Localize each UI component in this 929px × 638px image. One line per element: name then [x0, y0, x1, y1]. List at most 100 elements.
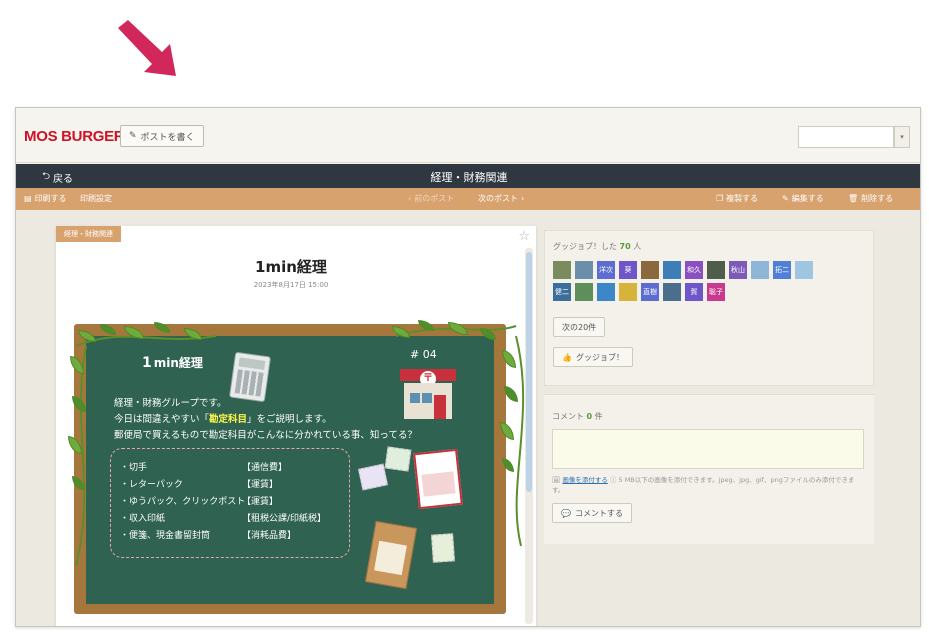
avatar[interactable]: [575, 283, 593, 301]
print-button[interactable]: ▤ 印刷する: [24, 193, 67, 204]
list-item: ・切手: [120, 463, 148, 473]
app-window: MOS BURGER ✎ ポストを書く ▾ ⮌ 戻る 経理・財務関連 ▤ 印刷す…: [15, 107, 921, 627]
avatar[interactable]: [707, 261, 725, 279]
screenshot-root: MOS BURGER ✎ ポストを書く ▾ ⮌ 戻る 経理・財務関連 ▤ 印刷す…: [0, 0, 929, 638]
post-office-door: [434, 395, 446, 419]
write-post-button[interactable]: ✎ ポストを書く: [120, 125, 204, 147]
prev-post-label: 前のポスト: [414, 194, 455, 203]
comment-textarea[interactable]: [552, 429, 864, 469]
account-item: 【運賃】: [242, 480, 279, 490]
print-settings-link[interactable]: 印刷設定: [80, 193, 112, 204]
submit-comment-button[interactable]: 💬 コメントする: [552, 503, 632, 523]
avatar[interactable]: 葵: [619, 261, 637, 279]
avatar[interactable]: [553, 261, 571, 279]
avatar[interactable]: [619, 283, 637, 301]
avatar[interactable]: 和久: [685, 261, 703, 279]
pencil-icon: ✎: [782, 194, 789, 203]
chevron-left-icon: ‹: [408, 194, 412, 203]
board-highlight: 勘定科目: [209, 414, 248, 425]
printer-icon: ▤: [24, 194, 32, 203]
pencil-icon: ✎: [129, 131, 137, 141]
board-line-3: 郵便局で買えるもので勘定科目がこんなに分かれている事、知ってる？: [114, 430, 417, 441]
favorite-star-icon[interactable]: ☆: [518, 229, 530, 244]
post-title: 1min経理: [255, 258, 327, 276]
letter-pack-icon: [413, 448, 463, 510]
list-item: ・レターパック: [120, 480, 183, 490]
goodjob-panel: グッジョブ！した 70 人 洋次葵 和久 秋山 拓二健二 直樹 賀聡子 次の20件 👍 グ…: [544, 230, 874, 386]
board-title: 1 min経理: [142, 354, 203, 371]
chevron-right-icon: ›: [521, 194, 525, 203]
trash-icon: 🗑: [848, 194, 859, 203]
post-date: 2023年8月17日 15:00: [253, 281, 329, 289]
copy-button[interactable]: ❐ 複製する: [716, 193, 758, 204]
avatar[interactable]: 拓二: [773, 261, 791, 279]
next-post-button[interactable]: 次のポスト ›: [478, 193, 524, 204]
title-bar: ⮌ 戻る 経理・財務関連: [16, 164, 920, 188]
post-scrollbar-thumb[interactable]: [526, 252, 532, 492]
chevron-down-icon: ▾: [900, 133, 904, 141]
category-tag[interactable]: 経理・財務関連: [56, 226, 121, 242]
post-card: 経理・財務関連 ☆ 1min経理 2023年8月17日 15:00 1 min経…: [56, 226, 536, 626]
next-20-label: 次の20件: [562, 322, 597, 332]
board-line-1: 経理・財務グループです。: [114, 398, 227, 409]
delete-label: 削除する: [861, 194, 894, 203]
prev-post-button[interactable]: ‹ 前のポスト: [408, 193, 454, 204]
avatar[interactable]: [751, 261, 769, 279]
board-issue-number: # 04: [410, 348, 437, 361]
avatar[interactable]: 健二: [553, 283, 571, 301]
avatar[interactable]: [641, 261, 659, 279]
comment-count: 0: [586, 412, 593, 421]
next-20-button[interactable]: 次の20件: [553, 317, 606, 337]
attach-row: 🖼 画像を添付する ⓘ 5 MB以下の画像を添付できます。jpeg、jpg、gi…: [552, 475, 864, 495]
list-item: ・ゆうパック、クリックポスト: [120, 497, 246, 507]
goodjob-label: グッジョブ！した: [553, 242, 617, 251]
account-item: 【運賃】: [242, 497, 279, 507]
board-line-2-pre: 今日は間違えやすい「: [114, 414, 210, 425]
avatar[interactable]: [575, 261, 593, 279]
attach-image-link[interactable]: 画像を添付する: [562, 476, 608, 484]
next-post-label: 次のポスト: [478, 194, 518, 203]
account-item: 【消耗品費】: [242, 531, 297, 541]
action-bar: ▤ 印刷する 印刷設定 ‹ 前のポスト 次のポスト › ❐ 複製する ✎ 編集す…: [16, 188, 920, 210]
post-office-window: [422, 393, 432, 403]
avatar[interactable]: 聡子: [707, 283, 725, 301]
submit-comment-label: コメントする: [574, 508, 623, 518]
comment-panel: コメント 0 件 🖼 画像を添付する ⓘ 5 MB以下の画像を添付できます。jp…: [544, 394, 874, 544]
goodjob-count: 70: [619, 242, 631, 251]
search-input[interactable]: [798, 126, 894, 148]
account-item: 【通信費】: [242, 463, 288, 473]
avatar[interactable]: 直樹: [641, 283, 659, 301]
avatar[interactable]: [663, 283, 681, 301]
delete-button[interactable]: 🗑 削除する: [848, 193, 893, 204]
avatar[interactable]: 秋山: [729, 261, 747, 279]
goodjob-button-label: グッジョブ！: [575, 352, 624, 362]
revenue-stamp-icon: [431, 533, 455, 563]
board-line-2: 今日は間違えやすい「勘定科目」をご説明します。: [114, 412, 417, 428]
copy-label: 複製する: [726, 194, 759, 203]
top-bar: MOS BURGER ✎ ポストを書く ▾: [16, 108, 920, 163]
avatar[interactable]: [795, 261, 813, 279]
avatar[interactable]: 賀: [685, 283, 703, 301]
board-title-number: 1: [142, 355, 152, 371]
item-list: ・切手 ・レターパック ・ゆうパック、クリックポスト ・収入印紙 ・便箋、現金書…: [120, 460, 245, 545]
avatar[interactable]: [597, 283, 615, 301]
page-title: 経理・財務関連: [430, 171, 508, 184]
write-post-label: ポストを書く: [140, 132, 195, 143]
brand-logo[interactable]: MOS BURGER: [24, 128, 125, 145]
edit-label: 編集する: [791, 194, 824, 203]
thumbs-up-icon: 👍: [562, 352, 572, 362]
avatar[interactable]: 洋次: [597, 261, 615, 279]
goodjob-header: グッジョブ！した 70 人: [553, 241, 641, 252]
board-line-2-post: 」をご説明します。: [247, 414, 332, 425]
board-title-text: min経理: [153, 356, 203, 370]
board-intro-text: 経理・財務グループです。 今日は間違えやすい「勘定科目」をご説明します。 郵便局…: [114, 396, 417, 444]
print-label: 印刷する: [34, 194, 67, 203]
calculator-screen: [238, 357, 266, 370]
copy-icon: ❐: [716, 194, 724, 203]
avatar[interactable]: [663, 261, 681, 279]
search-dropdown-button[interactable]: ▾: [894, 126, 910, 148]
comment-header: コメント 0 件: [552, 411, 603, 422]
goodjob-button[interactable]: 👍 グッジョブ！: [553, 347, 633, 367]
image-icon: 🖼: [552, 476, 561, 484]
edit-button[interactable]: ✎ 編集する: [782, 193, 824, 204]
